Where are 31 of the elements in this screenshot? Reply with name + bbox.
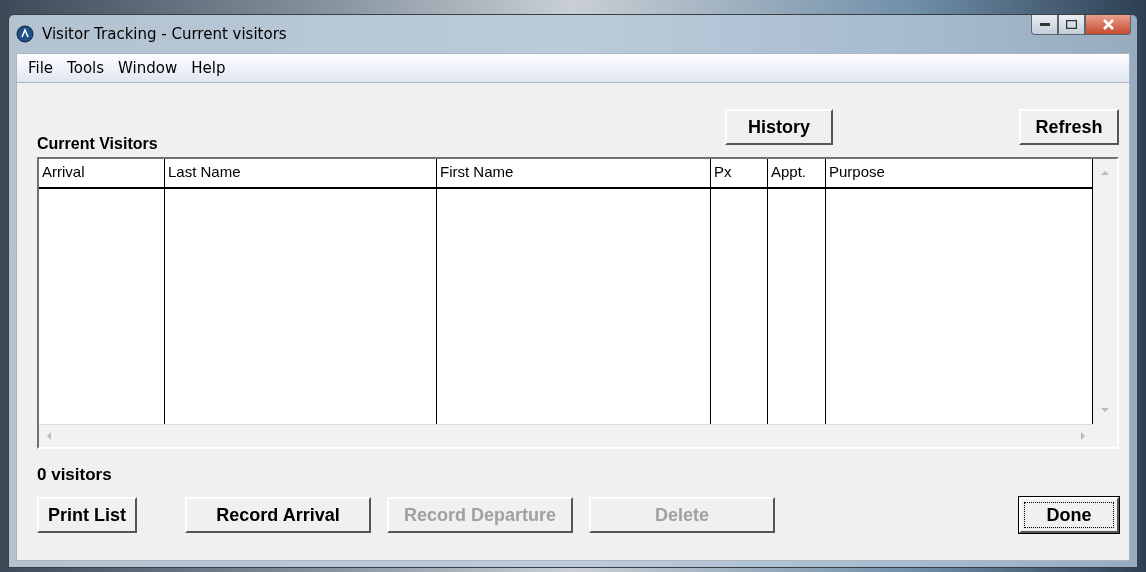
menu-item[interactable]: Help [184,59,233,77]
section-heading: Current Visitors [37,135,158,153]
horizontal-scrollbar[interactable] [39,424,1093,447]
action-button[interactable]: Done [1019,497,1119,533]
minimize-icon [1039,22,1050,27]
close-icon [1102,19,1114,30]
down-arrow-icon [1101,406,1109,414]
menu-item[interactable]: File [21,59,61,77]
action-button[interactable]: Print List [37,497,137,533]
up-arrow-icon [1101,169,1109,177]
toolbar-button[interactable]: History [725,109,833,145]
menu-item[interactable]: Window [111,59,185,77]
right-arrow-icon [1079,432,1087,440]
minimize-button[interactable] [1031,15,1058,35]
column-header[interactable]: Appt. [768,159,826,189]
visitor-count: 0 visitors [37,465,113,485]
column-header[interactable]: Arrival [39,159,165,189]
column-header[interactable]: Purpose [826,159,1093,189]
maximize-button[interactable] [1058,15,1085,35]
left-arrow-icon [45,432,53,440]
column-header[interactable]: First Name [437,159,711,189]
column-header[interactable]: Px [711,159,768,189]
menu-item[interactable]: Tools [60,59,112,77]
toolbar-button[interactable]: Refresh [1019,109,1119,145]
app-icon [16,25,34,43]
close-button[interactable] [1085,15,1131,35]
window-title: Visitor Tracking - Current visitors [42,25,287,43]
maximize-icon [1066,20,1077,29]
vertical-scrollbar[interactable] [1093,159,1117,424]
column-header[interactable]: Last Name [165,159,437,189]
action-button[interactable]: Record Arrival [185,497,371,533]
